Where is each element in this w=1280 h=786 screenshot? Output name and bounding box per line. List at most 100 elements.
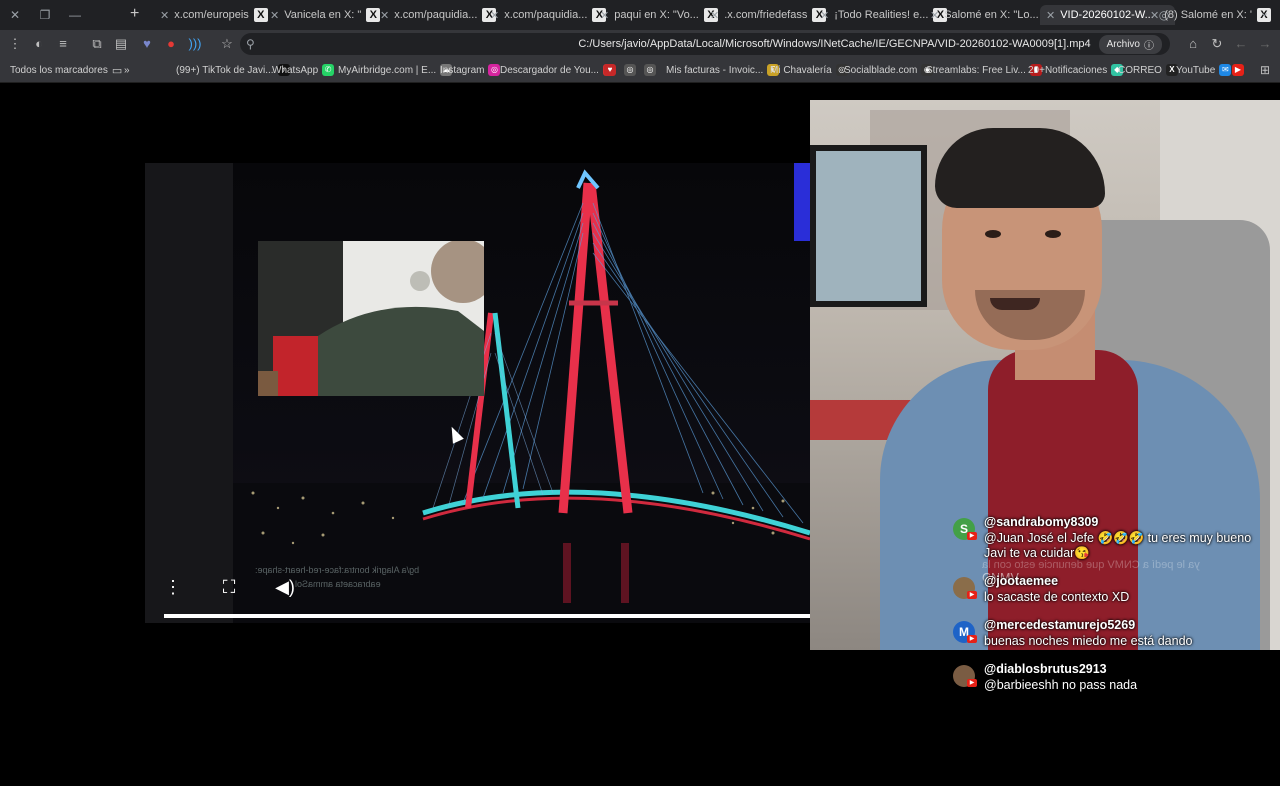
chat-message: S ▶ @sandrabomy8309 @Juan José el Jefe 🤣… xyxy=(950,515,1251,560)
close-icon[interactable]: ✕ xyxy=(380,9,389,22)
globe-icon: ◎ xyxy=(624,64,636,76)
tab[interactable]: ✕ x.com/europeis X xyxy=(160,5,268,25)
new-tab-button[interactable]: + xyxy=(130,5,139,23)
close-icon[interactable]: ✕ xyxy=(710,9,719,22)
bookmark-label: 20+Notificaciones xyxy=(1028,64,1108,76)
instagram-icon: ◎ xyxy=(488,64,501,76)
tab-title: .x.com/friedefass xyxy=(724,9,808,21)
extensions-icon[interactable]: ⧉ xyxy=(88,35,106,53)
close-window-icon[interactable]: ✕ xyxy=(6,6,24,24)
bookmark-youtube[interactable]: YouTube ✉ xyxy=(1176,62,1232,78)
browser-toolbar: ⋮ ◐ ≡ ⧉ ▤ ♥ ● ))) ☆ ⚲ C:/Users/javio/App… xyxy=(0,30,1280,58)
tab[interactable]: ✕ x.com/paquidia... X xyxy=(490,5,607,25)
zoom-icon[interactable]: ⚲ xyxy=(246,37,255,51)
all-bookmarks-folder[interactable]: Todos los marcadores ▭ xyxy=(10,62,122,78)
close-icon[interactable]: ✕ xyxy=(930,9,939,22)
chat-username: @sandrabomy8309 xyxy=(984,515,1099,529)
close-icon[interactable]: ✕ xyxy=(1046,9,1055,22)
chat-text: lo sacaste de contexto XD xyxy=(984,590,1130,604)
more-options-icon[interactable]: ⋮ xyxy=(162,576,184,598)
bookmark-notificaciones[interactable]: 20+Notificaciones ◆ xyxy=(1028,62,1124,78)
tab-title: x.com/paquidia... xyxy=(394,9,478,21)
extension-icon[interactable]: ▤ xyxy=(112,35,130,53)
profile-avatar-icon[interactable]: ◐ xyxy=(30,35,48,53)
chat-username: @mercedestamurejo5269 xyxy=(984,618,1136,632)
tab[interactable]: ✕ x.com/paquidia... X xyxy=(380,5,497,25)
tab[interactable]: ✕ (8) Salomé en X: ' X xyxy=(1150,5,1271,25)
inset-scene-image xyxy=(258,241,484,396)
chat-username: @jootaemee xyxy=(984,574,1059,588)
menu-dots-icon[interactable]: ⋮ xyxy=(6,35,24,53)
bookmark-whatsapp[interactable]: WhatsApp ✆ xyxy=(272,62,335,78)
tab[interactable]: ✕ Vanicela en X: " X xyxy=(270,5,381,25)
streamer-hair xyxy=(935,128,1105,208)
extension-record-icon[interactable]: ● xyxy=(162,35,180,53)
bookmark-streamlabs[interactable]: Streamlabs: Free Liv... ▮ xyxy=(926,62,1042,78)
chat-message: ▶ @jootaemee lo sacaste de contexto XD xyxy=(950,574,1250,618)
home-icon[interactable]: ⌂ xyxy=(1184,35,1202,53)
bookmark-descargador[interactable]: Descargador de You... ↓ xyxy=(500,62,615,78)
url-text[interactable]: C:/Users/javio/AppData/Local/Microsoft/W… xyxy=(578,38,1090,50)
folder-icon: ▭ xyxy=(111,64,123,77)
more-bookmarks-chevron-icon[interactable]: » xyxy=(124,62,130,78)
minimize-window-icon[interactable]: — xyxy=(66,6,84,24)
tab[interactable]: ✕ ¡Todo Realities! e... X xyxy=(820,5,948,25)
bookmark-globe-1[interactable]: ◎ xyxy=(624,62,636,78)
bookmark-label: YouTube xyxy=(1176,64,1216,76)
bookmark-label: CORREO xyxy=(1118,64,1162,76)
extension-wave-icon[interactable]: ))) xyxy=(186,35,204,53)
bookmark-socialblade[interactable]: Socialblade.com ◉ xyxy=(844,62,934,78)
tab[interactable]: ✕ paqui en X: "Vo... X xyxy=(600,5,718,25)
bookmark-star-icon[interactable]: ☆ xyxy=(218,35,236,53)
close-icon[interactable]: ✕ xyxy=(1150,9,1159,22)
chat-username: @diablosbrutus2913 xyxy=(984,662,1107,676)
bookmarks-bar: Todos los marcadores ▭ » (99+) TikTok de… xyxy=(0,58,1280,83)
bookmark-globe-2[interactable]: ◎ xyxy=(644,62,656,78)
file-chip[interactable]: Archivo ⓘ xyxy=(1098,34,1162,54)
bookmark-instagram[interactable]: Instagram ◎ xyxy=(440,62,501,78)
heart-icon: ♥ xyxy=(604,64,616,76)
bookmark-youtube-icon[interactable]: ▶ xyxy=(1232,62,1244,78)
bookmark-chavaleria[interactable]: Mi Chavalería ◎ xyxy=(770,62,848,78)
bookmark-facturas[interactable]: Mis facturas - Invoic... € xyxy=(666,62,780,78)
chat-message: M ▶ @mercedestamurejo5269 buenas noches … xyxy=(950,618,1250,662)
bookmark-correo[interactable]: CORREO X xyxy=(1118,62,1178,78)
close-icon[interactable]: ✕ xyxy=(160,9,169,22)
bookmark-heart[interactable]: ♥ xyxy=(604,62,616,78)
streamer-mouth xyxy=(990,298,1040,310)
fullscreen-icon[interactable]: ⛶ xyxy=(218,576,240,598)
mirrored-caption: eabracaeta ammaSol xyxy=(295,579,381,589)
video-player[interactable]: bg/a Alagrik bontra:face-red-heart-shape… xyxy=(145,163,810,623)
video-progress-bar[interactable] xyxy=(164,614,810,618)
tab-title: x.com/paquidia... xyxy=(504,9,588,21)
volume-icon[interactable]: ◀) xyxy=(274,576,296,598)
youtube-icon: ▶ xyxy=(967,532,977,540)
apps-grid-icon[interactable]: ⊞ xyxy=(1260,62,1270,78)
back-icon[interactable]: ← xyxy=(1232,35,1250,53)
reload-icon[interactable]: ↻ xyxy=(1208,35,1226,53)
bookmark-label: Descargador de You... xyxy=(500,64,599,76)
tab-title: (8) Salomé en X: ' xyxy=(1164,9,1252,21)
chat-message: ▶ @diablosbrutus2913 @barbieeshh no pass… xyxy=(950,662,1250,706)
bookmark-label: Mi Chavalería xyxy=(770,64,832,76)
bookmark-myairbridge[interactable]: MyAirbridge.com | E... ☁ xyxy=(338,62,453,78)
extension-heart-icon[interactable]: ♥ xyxy=(138,35,156,53)
blue-edge-overlay xyxy=(794,163,810,241)
forward-icon[interactable]: → xyxy=(1256,35,1274,53)
reading-list-icon[interactable]: ≡ xyxy=(54,35,72,53)
restore-window-icon[interactable]: ❐ xyxy=(36,6,54,24)
address-bar[interactable]: ⚲ C:/Users/javio/AppData/Local/Microsoft… xyxy=(240,33,1170,55)
close-icon[interactable]: ✕ xyxy=(490,9,499,22)
x-logo-icon: X xyxy=(366,8,381,22)
tab[interactable]: ✕ Salomé en X: "Lo... X xyxy=(930,5,1058,25)
tab-title: paqui en X: "Vo... xyxy=(614,9,699,21)
tab[interactable]: ✕ .x.com/friedefass X xyxy=(710,5,827,25)
close-icon[interactable]: ✕ xyxy=(600,9,609,22)
close-icon[interactable]: ✕ xyxy=(820,9,829,22)
info-icon: ⓘ xyxy=(1144,40,1154,52)
mail-icon: ✉ xyxy=(1219,64,1232,76)
x-logo-icon: X xyxy=(253,8,268,22)
close-icon[interactable]: ✕ xyxy=(270,9,279,22)
tab-search-chevron-icon[interactable]: ⌄ xyxy=(1260,6,1269,19)
youtube-icon: ▶ xyxy=(967,679,977,687)
